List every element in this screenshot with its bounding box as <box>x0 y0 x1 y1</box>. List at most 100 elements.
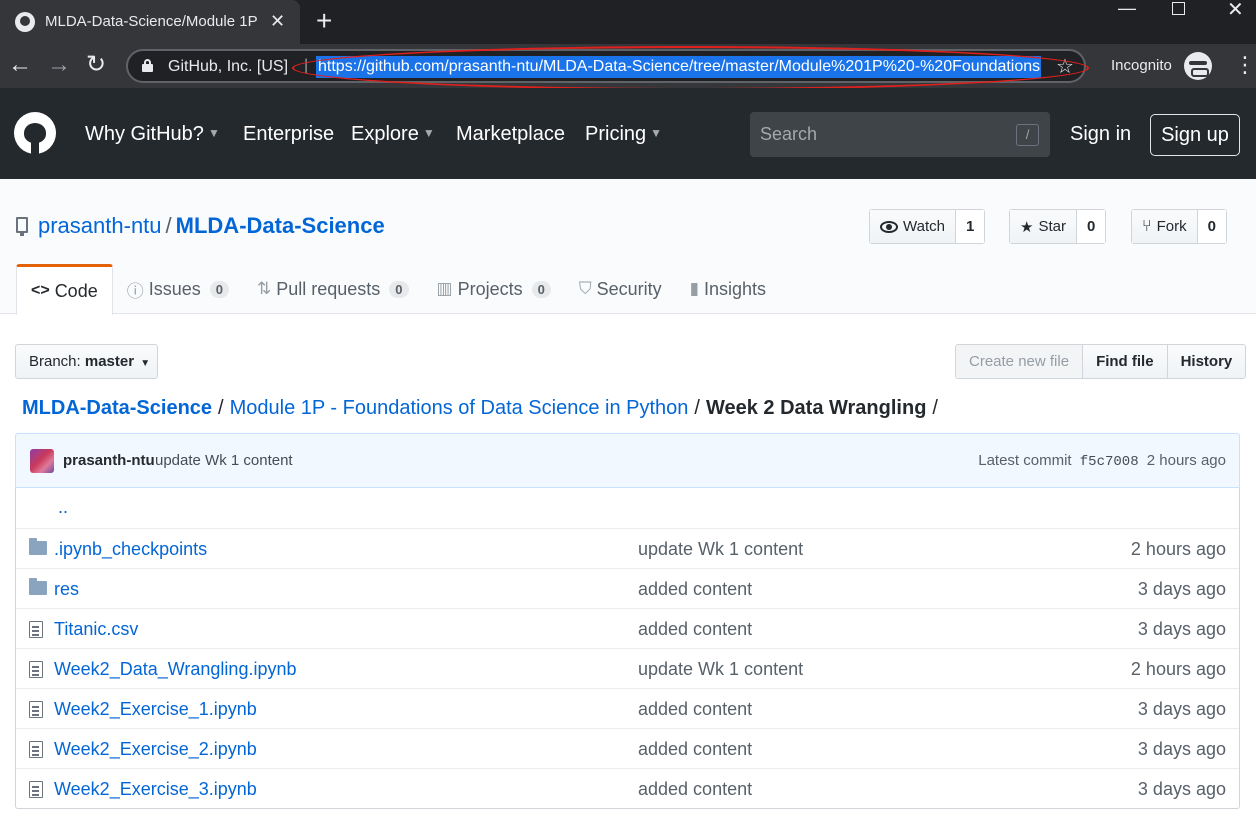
pull-request-icon: ⇅ <box>256 279 272 298</box>
file-commit-message[interactable]: update Wk 1 content <box>638 539 803 560</box>
watch-count[interactable]: 1 <box>955 210 985 243</box>
tab-projects[interactable]: ▥ Projects 0 <box>423 264 565 314</box>
file-actions: Create new file Find file History <box>955 344 1247 379</box>
close-window-icon[interactable]: ✕ <box>1227 0 1244 22</box>
pull-requests-counter: 0 <box>389 280 409 298</box>
repo-owner-link[interactable]: prasanth-ntu <box>38 213 162 238</box>
site-identity[interactable]: GitHub, Inc. [US] <box>168 58 298 76</box>
file-age: 2 hours ago <box>1130 539 1226 559</box>
minimize-window-icon[interactable]: — <box>1118 0 1136 19</box>
tab-title: MLDA-Data-Science/Module 1P - Foundation… <box>45 13 260 30</box>
commit-author-link[interactable]: prasanth-ntu <box>63 452 155 469</box>
nav-explore[interactable]: Explore ▼ <box>351 123 435 146</box>
repo-nav: <> Code ⓘ Issues 0 ⇅ Pull requests 0 ▥ Project… <box>16 264 780 315</box>
history-button[interactable]: History <box>1166 345 1246 378</box>
tab-insights[interactable]: ▮ Insights <box>676 264 780 314</box>
author-avatar[interactable] <box>30 449 54 473</box>
branch-select-button[interactable]: Branch: master ▼ <box>15 344 158 379</box>
repo-title-separator: / <box>165 213 172 238</box>
star-group: ★ Star 0 <box>1009 209 1107 244</box>
tab-issues[interactable]: ⓘ Issues 0 <box>113 264 243 314</box>
repo-title: prasanth-ntu / MLDA-Data-Science <box>38 213 385 239</box>
shield-icon: ⛉ <box>578 279 592 298</box>
projects-counter: 0 <box>531 280 551 298</box>
commit-message-link[interactable]: update Wk 1 content <box>155 452 293 469</box>
watch-button[interactable]: Watch <box>870 210 956 243</box>
tab-close-icon[interactable]: ✕ <box>270 10 285 32</box>
new-tab-button[interactable]: + <box>316 6 332 36</box>
url-text[interactable]: https://github.com/prasanth-ntu/MLDA-Dat… <box>316 56 1041 78</box>
file-commit-message[interactable]: update Wk 1 content <box>638 659 803 680</box>
chrome-menu-icon[interactable]: ⋮ <box>1234 52 1256 78</box>
fork-button[interactable]: ⑂ Fork <box>1132 210 1198 243</box>
browser-tab[interactable]: MLDA-Data-Science/Module 1P - Foundation… <box>0 0 300 44</box>
table-row[interactable]: Week2_Exercise_3.ipynb added content 3 d… <box>16 768 1239 808</box>
sign-in-link[interactable]: Sign in <box>1070 123 1131 146</box>
chevron-down-icon: ▼ <box>650 126 663 140</box>
file-commit-message[interactable]: added content <box>638 699 752 720</box>
file-name-link[interactable]: Week2_Exercise_1.ipynb <box>54 699 257 720</box>
address-bar[interactable]: GitHub, Inc. [US] | https://github.com/p… <box>126 49 1086 83</box>
file-age: 3 days ago <box>1137 699 1226 719</box>
chevron-down-icon: ▼ <box>422 126 435 140</box>
file-list: .. .ipynb_checkpoints update Wk 1 conten… <box>15 488 1240 809</box>
github-logo-icon[interactable] <box>14 112 56 154</box>
file-commit-message[interactable]: added content <box>638 739 752 760</box>
star-count[interactable]: 0 <box>1076 210 1106 243</box>
commit-sha-link[interactable]: f5c7008 <box>1080 454 1139 470</box>
table-row[interactable]: Week2_Exercise_2.ipynb added content 3 d… <box>16 728 1239 768</box>
fork-count[interactable]: 0 <box>1197 210 1226 243</box>
project-icon: ▥ <box>436 279 453 298</box>
breadcrumb-separator: / <box>694 397 700 419</box>
updir-row[interactable]: .. <box>16 488 1239 528</box>
parent-directory-link[interactable]: .. <box>58 497 68 518</box>
table-row[interactable]: res added content 3 days ago <box>16 568 1239 608</box>
tab-pull-requests[interactable]: ⇅ Pull requests 0 <box>243 264 423 314</box>
incognito-icon[interactable] <box>1184 52 1212 80</box>
file-commit-message[interactable]: added content <box>638 579 752 600</box>
file-age: 2 hours ago <box>1130 659 1226 679</box>
table-row[interactable]: .ipynb_checkpoints update Wk 1 content 2… <box>16 528 1239 568</box>
table-row[interactable]: Week2_Exercise_1.ipynb added content 3 d… <box>16 688 1239 728</box>
nav-why-github[interactable]: Why GitHub? ▼ <box>85 123 220 146</box>
file-name-link[interactable]: Titanic.csv <box>54 619 138 640</box>
star-button[interactable]: ★ Star <box>1010 210 1077 243</box>
tab-security[interactable]: ⛉ Security <box>565 264 676 314</box>
repo-name-link[interactable]: MLDA-Data-Science <box>176 213 385 238</box>
lock-icon[interactable] <box>142 59 153 72</box>
file-icon <box>29 741 43 758</box>
bookmark-star-icon[interactable]: ☆ <box>1056 54 1074 79</box>
create-new-file-button[interactable]: Create new file <box>956 345 1083 378</box>
tab-code[interactable]: <> Code <box>16 264 113 315</box>
address-separator: | <box>304 57 309 74</box>
forward-icon[interactable]: → <box>47 52 71 78</box>
file-name-link[interactable]: Week2_Data_Wrangling.ipynb <box>54 659 296 680</box>
file-commit-message[interactable]: added content <box>638 619 752 640</box>
file-name-link[interactable]: res <box>54 579 79 600</box>
breadcrumb-repo-link[interactable]: MLDA-Data-Science <box>22 397 212 419</box>
chevron-down-icon: ▼ <box>207 126 220 140</box>
file-name-link[interactable]: .ipynb_checkpoints <box>54 539 207 560</box>
maximize-window-icon[interactable] <box>1172 2 1185 15</box>
file-name-link[interactable]: Week2_Exercise_3.ipynb <box>54 779 257 800</box>
issues-counter: 0 <box>209 280 229 298</box>
file-name-link[interactable]: Week2_Exercise_2.ipynb <box>54 739 257 760</box>
star-icon: ★ <box>1020 218 1034 236</box>
incognito-label[interactable]: Incognito <box>1111 57 1172 74</box>
code-icon: <> <box>31 282 50 299</box>
nav-marketplace[interactable]: Marketplace <box>456 123 565 146</box>
nav-pricing[interactable]: Pricing ▼ <box>585 123 662 146</box>
search-input[interactable] <box>750 112 1010 157</box>
nav-enterprise[interactable]: Enterprise <box>243 123 334 146</box>
breadcrumb-module-link[interactable]: Module 1P - Foundations of Data Science … <box>230 397 689 419</box>
back-icon[interactable]: ← <box>8 52 32 78</box>
reload-icon[interactable]: ↻ <box>86 52 106 78</box>
find-file-button[interactable]: Find file <box>1082 345 1167 378</box>
file-commit-message[interactable]: added content <box>638 779 752 800</box>
issue-icon: ⓘ <box>126 281 144 301</box>
table-row[interactable]: Week2_Data_Wrangling.ipynb update Wk 1 c… <box>16 648 1239 688</box>
table-row[interactable]: Titanic.csv added content 3 days ago <box>16 608 1239 648</box>
sign-up-button[interactable]: Sign up <box>1150 114 1240 156</box>
watch-group: Watch 1 <box>869 209 986 244</box>
search-shortcut-key: / <box>1016 124 1039 146</box>
